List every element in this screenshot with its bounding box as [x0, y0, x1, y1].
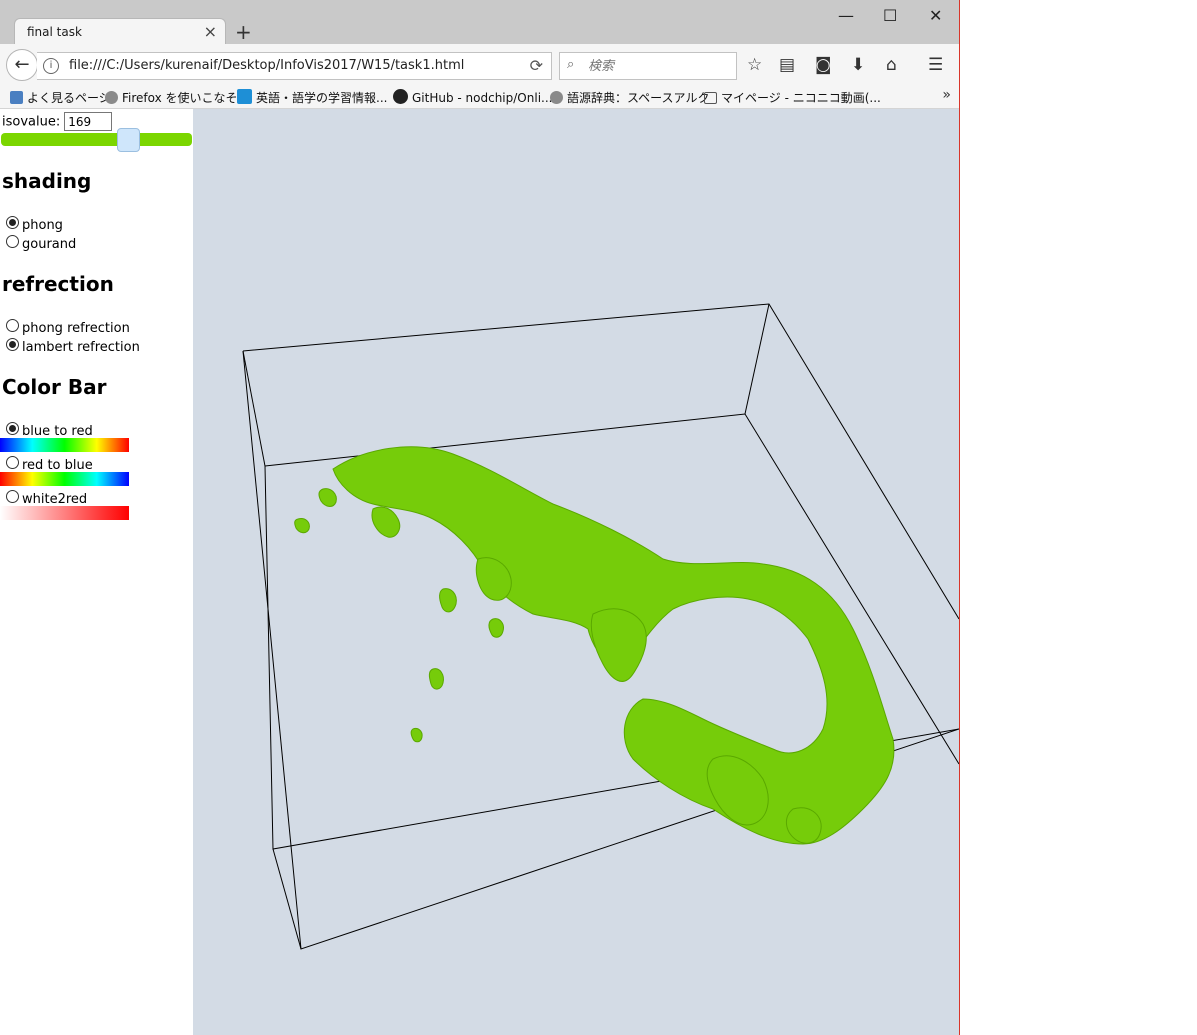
shading-heading: shading: [2, 169, 92, 193]
download-icon[interactable]: ⬇: [851, 55, 865, 75]
radio-gourand[interactable]: gourand: [6, 235, 76, 252]
radio-phong-dot[interactable]: [6, 216, 19, 229]
radio-phong-refrection-dot[interactable]: [6, 319, 19, 332]
bookmarks-bar: よく見るページ Firefox を使いこなそう 英語・語学の学習情報... Gi…: [0, 86, 959, 109]
isovalue-label: isovalue:: [2, 114, 61, 130]
url-text[interactable]: file:///C:/Users/kurenaif/Desktop/InfoVi…: [69, 58, 464, 73]
refrection-heading: refrection: [2, 272, 114, 296]
radio-white2red-dot[interactable]: [6, 490, 19, 503]
bookmark-most-visited[interactable]: よく見るページ: [10, 89, 111, 106]
radio-red-to-blue-dot[interactable]: [6, 456, 19, 469]
radio-label: lambert refrection: [22, 340, 140, 355]
most-visited-icon: [10, 91, 23, 104]
bookmark-label: 語源辞典：スペースアルク: [567, 91, 710, 105]
github-icon: [393, 89, 408, 104]
title-bar: final task × + — ☐ ✕: [0, 0, 959, 46]
radio-lambert-refrection-dot[interactable]: [6, 338, 19, 351]
tab-title: final task: [27, 25, 82, 39]
radio-blue-to-red[interactable]: blue to red: [6, 422, 93, 439]
radio-label: blue to red: [22, 424, 93, 439]
radio-gourand-dot[interactable]: [6, 235, 19, 248]
color-bar-heading: Color Bar: [2, 375, 107, 399]
maximize-icon[interactable]: ☐: [883, 6, 897, 25]
isosurface-mesh: [294, 446, 895, 845]
search-box[interactable]: ⌕: [559, 52, 737, 80]
radio-label: red to blue: [22, 458, 93, 473]
isovalue-slider-track[interactable]: [1, 133, 192, 146]
search-input[interactable]: [586, 55, 730, 77]
bookmarks-overflow-icon[interactable]: »: [942, 87, 951, 103]
colorbar-white2red: [0, 506, 129, 520]
radio-label: phong refrection: [22, 321, 130, 336]
minimize-icon[interactable]: —: [838, 6, 854, 25]
bookmark-label: GitHub - nodchip/Onli...: [412, 91, 553, 105]
bookmark-label: Firefox を使いこなそう: [122, 91, 250, 105]
radio-red-to-blue[interactable]: red to blue: [6, 456, 93, 473]
globe-icon: [550, 91, 563, 104]
info-icon[interactable]: i: [43, 58, 59, 74]
menu-icon[interactable]: ☰: [928, 55, 943, 75]
render-canvas[interactable]: [193, 109, 959, 1035]
colorbar-red-to-blue: [0, 472, 129, 486]
radio-label: phong: [22, 218, 63, 233]
back-button[interactable]: ←: [6, 49, 38, 81]
radio-lambert-refrection[interactable]: lambert refrection: [6, 338, 140, 355]
isovalue-input[interactable]: [64, 112, 113, 131]
bookmark-label: マイページ - ニコニコ動画(...: [721, 91, 881, 105]
isovalue-slider-thumb[interactable]: [117, 128, 140, 152]
new-tab-button[interactable]: +: [235, 20, 252, 44]
reading-list-icon[interactable]: ▤: [779, 55, 795, 75]
radio-label: gourand: [22, 237, 77, 252]
radio-phong[interactable]: phong: [6, 216, 63, 233]
search-icon: ⌕: [567, 57, 575, 72]
globe-icon: [105, 91, 118, 104]
bookmark-github[interactable]: GitHub - nodchip/Onli...: [393, 89, 552, 105]
browser-window: final task × + — ☐ ✕ ← i file:///C:/User…: [0, 0, 960, 1035]
tab-close-icon[interactable]: ×: [204, 22, 217, 41]
colorbar-blue-to-red: [0, 438, 129, 452]
url-bar[interactable]: i file:///C:/Users/kurenaif/Desktop/Info…: [37, 52, 552, 80]
home-icon[interactable]: ⌂: [886, 55, 897, 75]
star-icon[interactable]: ☆: [747, 55, 762, 75]
tab-final-task[interactable]: final task ×: [14, 18, 226, 46]
isovalue-row: isovalue:: [2, 112, 113, 131]
radio-blue-to-red-dot[interactable]: [6, 422, 19, 435]
bookmark-label: よく見るページ: [27, 91, 111, 105]
pocket-icon[interactable]: ◙: [815, 55, 832, 75]
radio-phong-refrection[interactable]: phong refrection: [6, 319, 130, 336]
alc-icon: [237, 89, 252, 104]
bookmark-firefox-tips[interactable]: Firefox を使いこなそう: [105, 89, 250, 106]
bookmark-niconico[interactable]: マイページ - ニコニコ動画(...: [704, 89, 881, 106]
close-window-icon[interactable]: ✕: [929, 6, 942, 25]
bookmark-gogen[interactable]: 語源辞典：スペースアルク: [550, 89, 709, 106]
isosurface-scene: [242, 303, 959, 950]
tv-icon: [704, 92, 717, 104]
radio-label: white2red: [22, 492, 88, 507]
bookmark-label: 英語・語学の学習情報...: [256, 91, 388, 105]
reload-icon[interactable]: ⟳: [530, 56, 543, 75]
control-panel: isovalue: shading phong gourand refrecti…: [0, 109, 193, 1035]
navigation-toolbar: ← i file:///C:/Users/kurenaif/Desktop/In…: [0, 44, 959, 87]
bookmark-alc[interactable]: 英語・語学の学習情報...: [237, 89, 387, 106]
radio-white2red[interactable]: white2red: [6, 490, 87, 507]
